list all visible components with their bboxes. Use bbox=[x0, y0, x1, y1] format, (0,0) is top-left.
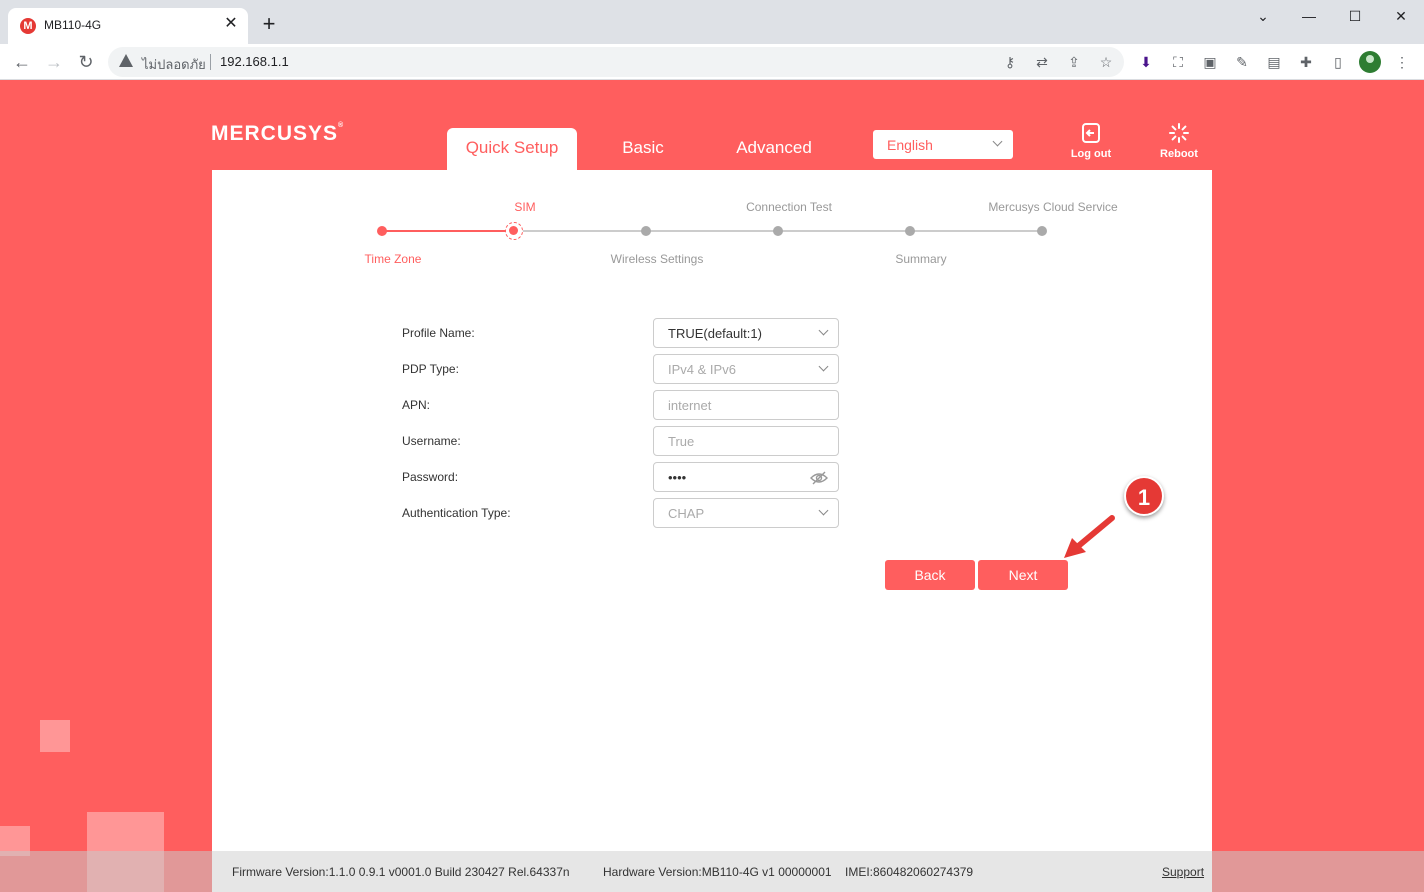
pdp-type-label: PDP Type: bbox=[402, 362, 459, 376]
chevron-down-icon bbox=[818, 325, 829, 336]
step-dot-wireless-settings bbox=[641, 226, 651, 236]
footer-bar: Firmware Version:1.1.0 0.9.1 v0001.0 Bui… bbox=[212, 851, 1212, 892]
step-label-summary: Summary bbox=[895, 252, 947, 266]
browser-toolbar: ← → ↻ ไม่ปลอดภัย 192.168.1.1 ⚷ ⇄ ⇪ ☆ ⬇ ⛶… bbox=[0, 44, 1424, 80]
chevron-down-icon bbox=[992, 136, 1003, 147]
pdp-type-value: IPv4 & IPv6 bbox=[668, 362, 736, 377]
decorative-shape bbox=[40, 720, 70, 752]
progress-line-done bbox=[382, 230, 514, 232]
step-label-wireless-settings: Wireless Settings bbox=[610, 252, 704, 266]
tab-title: MB110-4G bbox=[44, 18, 102, 32]
step-dot-sim bbox=[505, 222, 523, 240]
mercusys-favicon-icon: M bbox=[20, 18, 36, 34]
step-number-badge: 1 bbox=[1124, 476, 1164, 516]
chevron-down-icon bbox=[818, 361, 829, 372]
tab-quick-setup[interactable]: Quick Setup bbox=[447, 128, 577, 170]
side-panel-icon[interactable]: ▯ bbox=[1328, 52, 1348, 72]
key-icon[interactable]: ⚷ bbox=[1000, 52, 1020, 72]
username-label: Username: bbox=[402, 434, 461, 448]
logout-button[interactable]: Log out bbox=[1061, 122, 1121, 160]
browser-tab[interactable]: M MB110-4G ✕ bbox=[8, 8, 248, 44]
next-button[interactable]: Next bbox=[978, 560, 1068, 590]
password-input[interactable]: •••• bbox=[653, 462, 839, 492]
profile-avatar[interactable] bbox=[1359, 51, 1381, 73]
minimize-icon[interactable]: — bbox=[1299, 6, 1319, 26]
step-dot-cloud-service bbox=[1037, 226, 1047, 236]
warning-triangle-icon bbox=[119, 54, 133, 67]
puzzle-extensions-icon[interactable]: ✚ bbox=[1296, 52, 1316, 72]
username-value: True bbox=[668, 434, 695, 449]
imei: IMEI:860482060274379 bbox=[845, 865, 974, 879]
eye-hidden-icon[interactable] bbox=[810, 471, 828, 485]
profile-name-label: Profile Name: bbox=[402, 326, 475, 340]
chevron-down-icon bbox=[818, 505, 829, 516]
hardware-version: Hardware Version:MB110-4G v1 00000001 bbox=[603, 865, 832, 879]
new-tab-icon[interactable]: + bbox=[259, 13, 279, 35]
bookmark-star-icon[interactable]: ☆ bbox=[1096, 52, 1116, 72]
step-dot-summary bbox=[905, 226, 915, 236]
url-text[interactable]: 192.168.1.1 bbox=[220, 54, 289, 69]
step-label-sim: SIM bbox=[514, 200, 536, 214]
address-bar[interactable]: ไม่ปลอดภัย 192.168.1.1 ⚷ ⇄ ⇪ ☆ bbox=[108, 47, 1124, 77]
browser-menu-icon[interactable]: ⋮ bbox=[1392, 52, 1412, 72]
step-label-time-zone: Time Zone bbox=[364, 252, 422, 266]
edit-extension-icon[interactable]: ✎ bbox=[1232, 52, 1252, 72]
auth-type-label: Authentication Type: bbox=[402, 506, 511, 520]
reboot-icon bbox=[1169, 123, 1189, 143]
profile-name-value: TRUE(default:1) bbox=[668, 326, 762, 341]
security-warning-text[interactable]: ไม่ปลอดภัย bbox=[142, 54, 206, 75]
step-label-connection-test: Connection Test bbox=[746, 200, 832, 214]
tab-advanced[interactable]: Advanced bbox=[719, 128, 829, 170]
profile-name-select[interactable]: TRUE(default:1) bbox=[653, 318, 839, 348]
step-label-cloud-service: Mercusys Cloud Service bbox=[988, 200, 1118, 214]
capture-extension-icon[interactable]: ▤ bbox=[1264, 52, 1284, 72]
tab-basic[interactable]: Basic bbox=[593, 128, 693, 170]
reboot-label: Reboot bbox=[1160, 148, 1198, 160]
omnibox-divider bbox=[210, 54, 211, 70]
screenshot-icon[interactable]: ⛶ bbox=[1168, 52, 1188, 72]
reboot-button[interactable]: Reboot bbox=[1149, 122, 1209, 160]
support-link[interactable]: Support bbox=[1162, 865, 1204, 879]
translate-icon[interactable]: ⇄ bbox=[1032, 52, 1052, 72]
browser-tab-bar: M MB110-4G ✕ + ⌄ — ☐ ✕ bbox=[0, 0, 1424, 44]
back-button[interactable]: Back bbox=[885, 560, 975, 590]
password-value: •••• bbox=[668, 470, 687, 485]
tab-search-chevron-icon[interactable]: ⌄ bbox=[1253, 6, 1273, 26]
pdp-type-select[interactable]: IPv4 & IPv6 bbox=[653, 354, 839, 384]
firmware-version: Firmware Version:1.1.0 0.9.1 v0001.0 Bui… bbox=[232, 865, 570, 879]
footer: Firmware Version:1.1.0 0.9.1 v0001.0 Bui… bbox=[0, 851, 1424, 892]
logout-icon bbox=[1082, 123, 1100, 143]
step-dot-connection-test bbox=[773, 226, 783, 236]
logout-label: Log out bbox=[1070, 148, 1112, 160]
window-close-icon[interactable]: ✕ bbox=[1391, 6, 1411, 26]
forward-arrow-icon[interactable]: → bbox=[42, 50, 66, 74]
back-arrow-icon[interactable]: ← bbox=[10, 50, 34, 74]
cast-icon[interactable]: ▣ bbox=[1200, 52, 1220, 72]
language-select[interactable]: English bbox=[873, 130, 1013, 159]
mercusys-logo: MERCUSYS® bbox=[211, 122, 345, 145]
annotation-arrow-icon bbox=[1064, 515, 1115, 558]
password-label: Password: bbox=[402, 470, 459, 484]
username-input[interactable]: True bbox=[653, 426, 839, 456]
share-icon[interactable]: ⇪ bbox=[1064, 52, 1084, 72]
maximize-icon[interactable]: ☐ bbox=[1345, 6, 1365, 26]
tab-close-icon[interactable]: ✕ bbox=[222, 15, 240, 33]
step-dot-time-zone bbox=[377, 226, 387, 236]
apn-value: internet bbox=[668, 398, 712, 413]
apn-label: APN: bbox=[402, 398, 431, 412]
language-value: English bbox=[887, 137, 933, 153]
apn-input[interactable]: internet bbox=[653, 390, 839, 420]
reload-icon[interactable]: ↻ bbox=[74, 50, 98, 74]
auth-type-value: CHAP bbox=[668, 506, 705, 521]
download-extension-icon[interactable]: ⬇ bbox=[1136, 52, 1156, 72]
auth-type-select[interactable]: CHAP bbox=[653, 498, 839, 528]
router-page: MERCUSYS® Quick Setup Basic Advanced Eng… bbox=[0, 80, 1424, 892]
